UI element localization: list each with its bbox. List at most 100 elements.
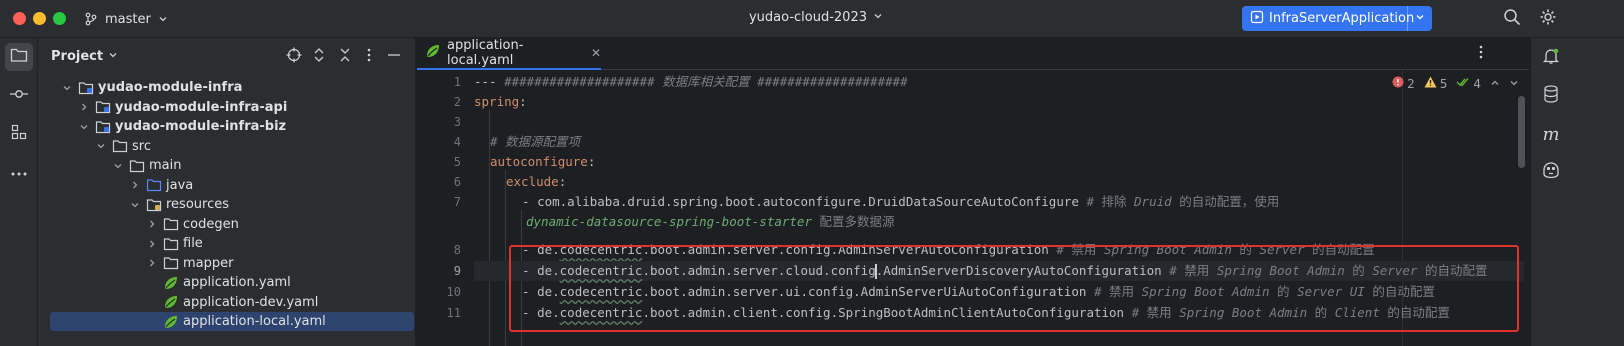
chevron-right-icon[interactable] — [77, 100, 91, 114]
chevron-right-icon[interactable] — [145, 256, 159, 270]
tree-item[interactable]: yudao-module-infra — [50, 78, 414, 97]
maven-button[interactable]: m — [1539, 122, 1563, 146]
spring-yaml-icon — [163, 294, 179, 310]
line-number[interactable]: 9 — [421, 264, 461, 278]
tree-item[interactable]: java — [50, 176, 414, 195]
tree-item[interactable]: yudao-module-infra-api — [50, 98, 414, 117]
line-number[interactable]: 2 — [421, 95, 461, 109]
project-switcher[interactable]: yudao-cloud-2023 — [749, 10, 883, 25]
copilot-button[interactable] — [1539, 160, 1563, 184]
zoom-window-button[interactable] — [53, 12, 66, 25]
structure-tool-button[interactable] — [5, 120, 33, 148]
vertical-scrollbar[interactable] — [1518, 96, 1525, 168]
chevron-down-icon — [158, 14, 168, 24]
folder-icon — [163, 236, 179, 252]
inspection-widget[interactable]: 2 5 4 — [1392, 76, 1519, 91]
typo-underline: codecentric — [559, 242, 643, 257]
chevron-right-icon[interactable] — [128, 178, 142, 192]
yaml-colon: : — [587, 154, 596, 169]
line-number[interactable]: 6 — [421, 175, 461, 189]
close-tab-button[interactable]: ✕ — [591, 46, 601, 60]
error-count[interactable]: 2 — [1392, 76, 1415, 91]
comment-link: dynamic-datasource-spring-boot-starter — [526, 214, 812, 229]
run-configuration-button[interactable]: InfraServerApplication — [1242, 6, 1414, 31]
tree-item[interactable]: application.yaml — [50, 273, 414, 292]
line-number[interactable]: 8 — [421, 243, 461, 257]
line-number[interactable]: 5 — [421, 155, 461, 169]
yaml-value: .boot.admin.server.ui.config.AdminServer… — [642, 284, 1087, 299]
minimize-window-button[interactable] — [33, 12, 46, 25]
commit-tool-button[interactable] — [5, 82, 33, 110]
project-view-selector[interactable]: Project — [51, 49, 118, 64]
tree-item[interactable]: codegen — [50, 215, 414, 234]
comment: # 禁用 — [1086, 284, 1142, 299]
line-number[interactable]: 3 — [421, 115, 461, 129]
chevron-down-icon[interactable] — [128, 198, 142, 212]
line-number[interactable]: 4 — [421, 135, 461, 149]
yaml-value: com.alibaba.druid.spring.boot.autoconfig… — [537, 194, 1079, 209]
chevron-down-icon[interactable] — [60, 81, 74, 95]
collapse-all-button[interactable] — [335, 47, 355, 67]
tree-item[interactable]: yudao-module-infra-biz — [50, 117, 414, 136]
run-icon — [1250, 10, 1264, 28]
notifications-button[interactable] — [1539, 46, 1563, 70]
chevron-down-icon[interactable] — [111, 159, 125, 173]
chevron-right-icon[interactable] — [145, 217, 159, 231]
project-options-button[interactable] — [359, 47, 379, 67]
yaml-colon: : — [519, 94, 527, 109]
tree-item[interactable]: application-local.yaml — [50, 312, 414, 331]
search-everywhere-button[interactable] — [1502, 9, 1522, 29]
chevron-down-icon[interactable] — [1509, 77, 1519, 91]
tree-item-label: application-dev.yaml — [183, 294, 319, 310]
warning-count[interactable]: 5 — [1424, 76, 1447, 91]
project-name: yudao-cloud-2023 — [748, 10, 867, 25]
more-tools-button[interactable] — [5, 158, 33, 186]
line-number[interactable]: 1 — [421, 75, 461, 89]
error-count-value: 2 — [1407, 76, 1415, 91]
yaml-value: .AdminServerDiscoveryAutoConfiguration — [875, 263, 1162, 278]
tree-item[interactable]: src — [50, 137, 414, 156]
vcs-branch-widget[interactable]: master — [84, 9, 168, 29]
line-number[interactable]: 7 — [421, 195, 461, 209]
tree-item[interactable]: mapper — [50, 254, 414, 273]
folder-icon — [163, 255, 179, 271]
expand-all-button[interactable] — [309, 47, 329, 67]
tree-item-label: codegen — [183, 216, 239, 232]
editor-tab[interactable]: application-local.yaml ✕ — [417, 38, 601, 70]
gear-icon — [1539, 8, 1557, 30]
chevron-up-icon[interactable] — [1490, 77, 1500, 91]
list-dash: - — [522, 284, 538, 299]
database-button[interactable] — [1539, 84, 1563, 108]
comment: # 禁用 — [1048, 242, 1104, 257]
tree-item[interactable]: file — [50, 234, 414, 253]
code-editor[interactable]: --- #################### 数据库相关配置 #######… — [474, 70, 1524, 346]
left-tool-window-bar — [0, 38, 38, 346]
tree-item-label: application-local.yaml — [183, 314, 326, 329]
error-icon — [1392, 76, 1404, 91]
double-check-icon — [1456, 76, 1470, 91]
run-configuration-widget[interactable]: InfraServerApplication — [1242, 6, 1432, 31]
hide-panel-button[interactable] — [384, 47, 404, 67]
warning-icon — [1424, 76, 1437, 91]
select-opened-file-button[interactable] — [284, 47, 304, 67]
chevron-down-icon[interactable] — [77, 120, 91, 134]
comment: #################### 数据库相关配置 ###########… — [504, 74, 908, 89]
chevron-right-icon[interactable] — [145, 237, 159, 251]
line-number[interactable]: 11 — [421, 306, 461, 320]
tree-item[interactable]: resources — [50, 195, 414, 214]
yaml-colon: : — [558, 174, 567, 189]
weak-warning-count[interactable]: 4 — [1456, 76, 1481, 91]
git-branch-icon — [84, 12, 98, 26]
structure-icon — [11, 124, 27, 144]
tree-item-label: yudao-module-infra-biz — [115, 119, 287, 134]
run-configuration-dropdown[interactable] — [1408, 6, 1432, 31]
database-icon — [1543, 85, 1559, 107]
chevron-down-icon[interactable] — [94, 139, 108, 153]
line-number[interactable]: 10 — [421, 285, 461, 299]
tree-item[interactable]: application-dev.yaml — [50, 293, 414, 312]
tab-actions-button[interactable] — [1471, 44, 1491, 64]
settings-button[interactable] — [1538, 9, 1558, 29]
tree-item[interactable]: main — [50, 156, 414, 175]
close-window-button[interactable] — [13, 12, 26, 25]
project-tool-button[interactable] — [5, 43, 33, 71]
